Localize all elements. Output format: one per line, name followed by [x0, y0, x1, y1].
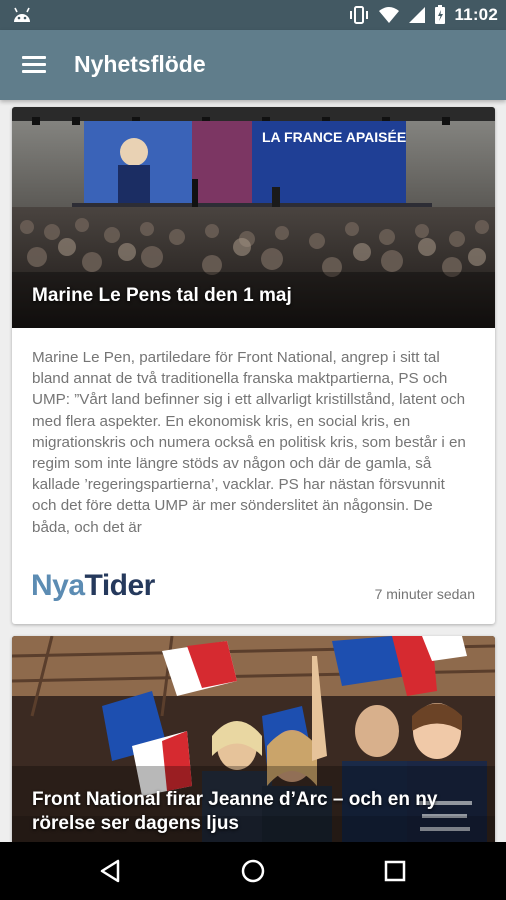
- article-card[interactable]: LA FRANCE APAISÉE Marine Le Pens tal den…: [12, 107, 495, 624]
- status-time: 11:02: [454, 5, 498, 24]
- source-logo: NyaTider: [31, 569, 155, 602]
- system-nav-bar: [0, 842, 506, 900]
- back-icon[interactable]: [96, 856, 126, 886]
- recents-icon[interactable]: [380, 856, 410, 886]
- article-timestamp: 7 minuter sedan: [374, 586, 475, 602]
- battery-icon: [435, 5, 446, 24]
- status-bar: 11:02: [0, 0, 506, 30]
- banner-text: LA FRANCE APAISÉE: [262, 129, 406, 145]
- app-bar: Nyhetsflöde: [0, 30, 506, 100]
- article-card[interactable]: Front National firar Jeanne d’Arc – och …: [12, 636, 495, 842]
- article-excerpt[interactable]: Marine Le Pen, partiledare för Front Nat…: [32, 347, 472, 559]
- home-icon[interactable]: [238, 856, 268, 886]
- vibrate-icon: [350, 6, 369, 24]
- article-image[interactable]: Front National firar Jeanne d’Arc – och …: [12, 636, 495, 842]
- wifi-icon: [379, 7, 400, 23]
- android-icon: [14, 7, 30, 22]
- page-title: Nyhetsflöde: [74, 51, 206, 77]
- signal-icon: [409, 7, 426, 23]
- article-image[interactable]: LA FRANCE APAISÉE Marine Le Pens tal den…: [12, 107, 495, 328]
- article-headline[interactable]: Marine Le Pens tal den 1 maj: [32, 284, 292, 308]
- hamburger-menu-icon[interactable]: [17, 52, 51, 78]
- article-headline[interactable]: Front National firar Jeanne d’Arc – och …: [32, 788, 482, 836]
- news-feed[interactable]: LA FRANCE APAISÉE Marine Le Pens tal den…: [0, 100, 506, 842]
